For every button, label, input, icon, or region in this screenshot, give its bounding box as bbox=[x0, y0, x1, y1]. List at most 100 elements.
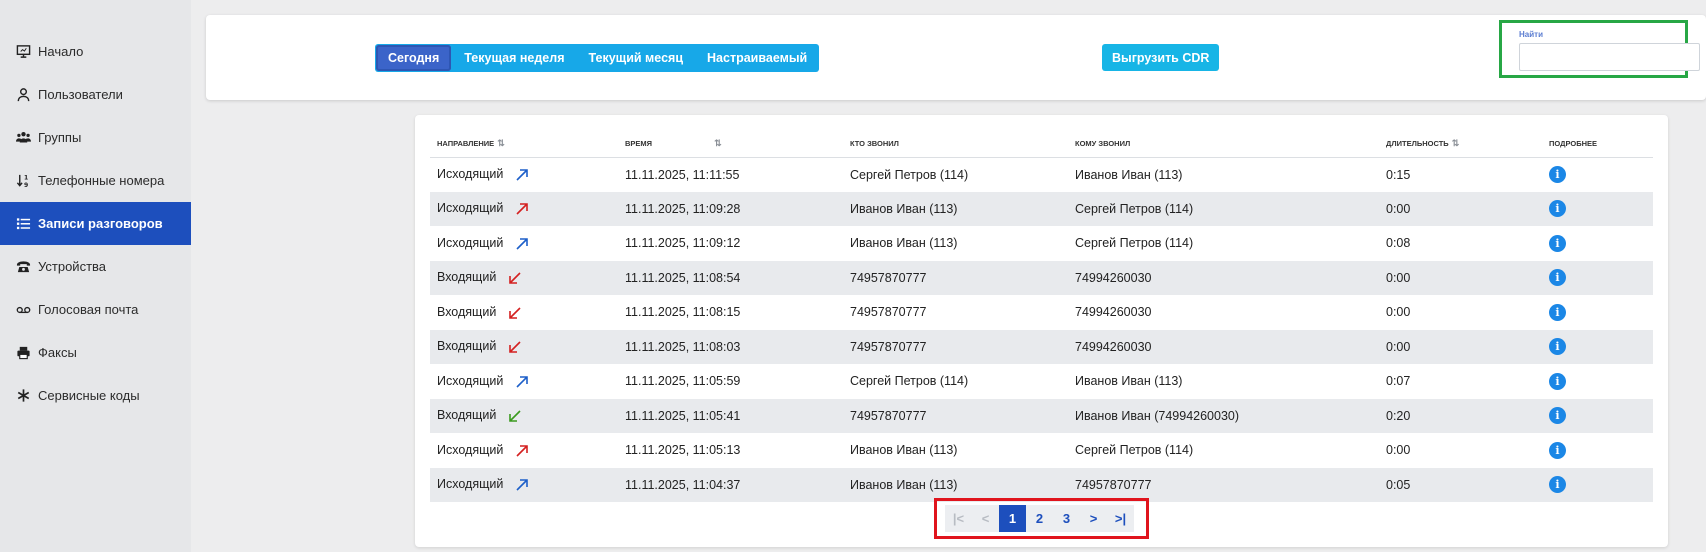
info-icon[interactable]: i bbox=[1549, 476, 1566, 494]
direction-text: Исходящий bbox=[437, 442, 504, 457]
list-icon bbox=[14, 215, 32, 233]
sidebar-item-phone-numbers[interactable]: 19 Телефонные номера bbox=[0, 159, 191, 202]
page-button-1[interactable]: 1 bbox=[999, 505, 1026, 532]
sidebar-item-groups[interactable]: Группы bbox=[0, 116, 191, 159]
outgoing-call-arrow-icon bbox=[515, 478, 529, 492]
sidebar-item-devices[interactable]: Устройства bbox=[0, 245, 191, 288]
sidebar-item-voicemail[interactable]: Голосовая почта bbox=[0, 288, 191, 331]
header-label: Длительность bbox=[1386, 138, 1449, 148]
info-icon[interactable]: i bbox=[1549, 338, 1566, 356]
direction-text: Исходящий bbox=[437, 167, 504, 182]
direction-text: Входящий bbox=[437, 270, 497, 285]
cell-duration: 0:00 bbox=[1379, 329, 1542, 364]
cell-callee: Сергей Петров (114) bbox=[1068, 433, 1379, 468]
filter-month-button[interactable]: Текущий месяц bbox=[577, 44, 696, 72]
prev-page-button[interactable]: < bbox=[972, 505, 999, 532]
sidebar-item-label: Телефонные номера bbox=[38, 173, 165, 188]
call-records-card: Направление ⇅ Время ⇅ Кто звонил Кому звон… bbox=[415, 115, 1668, 547]
cell-caller: Иванов Иван (113) bbox=[843, 191, 1068, 226]
cell-callee: Иванов Иван (113) bbox=[1068, 364, 1379, 399]
cell-details: i bbox=[1542, 191, 1653, 226]
info-icon[interactable]: i bbox=[1549, 372, 1566, 390]
header-label: Время bbox=[625, 138, 653, 148]
outgoing-call-arrow-icon bbox=[515, 237, 529, 251]
cell-time: 11.11.2025, 11:08:03 bbox=[618, 329, 843, 364]
monitor-icon bbox=[14, 43, 32, 61]
phone-icon bbox=[14, 258, 32, 276]
header-label: Кто звонил bbox=[850, 138, 899, 148]
table-row: Исходящий 11.11.2025, 11:04:37 Иванов Иван… bbox=[430, 467, 1653, 502]
cell-callee: 74994260030 bbox=[1068, 260, 1379, 295]
sort-icon[interactable]: ⇅ bbox=[714, 138, 722, 148]
table-row: Исходящий 11.11.2025, 11:11:55 Сергей Петр… bbox=[430, 157, 1653, 192]
header-label: Кому звонил bbox=[1075, 138, 1131, 148]
svg-text:1: 1 bbox=[23, 175, 27, 182]
column-header-details: Подробнее bbox=[1542, 130, 1653, 158]
cell-caller: 74957870777 bbox=[843, 260, 1068, 295]
info-icon[interactable]: i bbox=[1549, 166, 1566, 183]
sidebar-item-users[interactable]: Пользователи bbox=[0, 73, 191, 116]
filter-today-button[interactable]: Сегодня bbox=[376, 45, 452, 71]
users-icon bbox=[14, 129, 32, 147]
call-records-table: Направление ⇅ Время ⇅ Кто звонил Кому звон… bbox=[430, 130, 1653, 502]
outgoing-call-arrow-icon bbox=[515, 202, 529, 216]
cell-callee: 74994260030 bbox=[1068, 295, 1379, 330]
next-page-button[interactable]: > bbox=[1080, 505, 1107, 532]
page-button-3[interactable]: 3 bbox=[1053, 505, 1080, 532]
search-label: Найти bbox=[1519, 30, 1543, 39]
cell-direction: Исходящий bbox=[430, 157, 618, 192]
header-label: Подробнее bbox=[1549, 138, 1598, 148]
cell-details: i bbox=[1542, 467, 1653, 502]
cell-details: i bbox=[1542, 433, 1653, 468]
sort-icon[interactable]: ⇅ bbox=[497, 138, 505, 148]
cell-direction: Входящий bbox=[430, 295, 618, 330]
info-icon[interactable]: i bbox=[1549, 200, 1566, 218]
direction-text: Исходящий bbox=[437, 373, 504, 388]
voicemail-icon bbox=[14, 301, 32, 319]
table-row: Входящий 11.11.2025, 11:08:54 74957870777 7… bbox=[430, 260, 1653, 295]
incoming-call-arrow-icon bbox=[508, 306, 522, 320]
sidebar-item-service-codes[interactable]: Сервисные коды bbox=[0, 374, 191, 417]
search-input[interactable] bbox=[1519, 43, 1700, 71]
sidebar-item-label: Записи разговоров bbox=[38, 216, 163, 231]
sort-icon[interactable]: ⇅ bbox=[1452, 138, 1460, 148]
cell-details: i bbox=[1542, 260, 1653, 295]
period-filter-group: Сегодня Текущая неделя Текущий месяц Нас… bbox=[375, 44, 820, 72]
export-cdr-button[interactable]: Выгрузить CDR bbox=[1102, 44, 1220, 71]
info-icon[interactable]: i bbox=[1549, 234, 1566, 252]
table-row: Входящий 11.11.2025, 11:05:41 74957870777 И… bbox=[430, 398, 1653, 433]
info-icon[interactable]: i bbox=[1549, 269, 1566, 287]
info-icon[interactable]: i bbox=[1549, 303, 1566, 321]
cell-direction: Исходящий bbox=[430, 226, 618, 261]
user-icon bbox=[14, 86, 32, 104]
last-page-button[interactable]: >| bbox=[1107, 505, 1134, 532]
column-header-time[interactable]: Время ⇅ bbox=[618, 130, 843, 158]
page-button-2[interactable]: 2 bbox=[1026, 505, 1053, 532]
cell-callee: Сергей Петров (114) bbox=[1068, 226, 1379, 261]
info-icon[interactable]: i bbox=[1549, 407, 1566, 425]
sidebar-item-label: Сервисные коды bbox=[38, 388, 140, 403]
cell-callee: Иванов Иван (113) bbox=[1068, 157, 1379, 192]
cell-time: 11.11.2025, 11:05:59 bbox=[618, 364, 843, 399]
first-page-button[interactable]: |< bbox=[945, 505, 972, 532]
cell-duration: 0:08 bbox=[1379, 226, 1542, 261]
sidebar-item-call-records[interactable]: Записи разговоров bbox=[0, 202, 191, 245]
sort-numbers-icon: 19 bbox=[14, 172, 32, 190]
direction-text: Исходящий bbox=[437, 201, 504, 216]
cell-direction: Исходящий bbox=[430, 191, 618, 226]
column-header-direction[interactable]: Направление ⇅ bbox=[430, 130, 618, 158]
table-row: Входящий 11.11.2025, 11:08:03 74957870777 7… bbox=[430, 329, 1653, 364]
cell-caller: Иванов Иван (113) bbox=[843, 467, 1068, 502]
cell-duration: 0:20 bbox=[1379, 398, 1542, 433]
cell-duration: 0:07 bbox=[1379, 364, 1542, 399]
outgoing-call-arrow-icon bbox=[515, 375, 529, 389]
cell-caller: 74957870777 bbox=[843, 295, 1068, 330]
sidebar-item-home[interactable]: Начало bbox=[0, 30, 191, 73]
column-header-caller: Кто звонил bbox=[843, 130, 1068, 158]
cell-direction: Входящий bbox=[430, 260, 618, 295]
info-icon[interactable]: i bbox=[1549, 441, 1566, 459]
column-header-duration[interactable]: Длительность ⇅ bbox=[1379, 130, 1542, 158]
filter-custom-button[interactable]: Настраиваемый bbox=[695, 44, 819, 72]
sidebar-item-faxes[interactable]: Факсы bbox=[0, 331, 191, 374]
filter-week-button[interactable]: Текущая неделя bbox=[452, 44, 576, 72]
